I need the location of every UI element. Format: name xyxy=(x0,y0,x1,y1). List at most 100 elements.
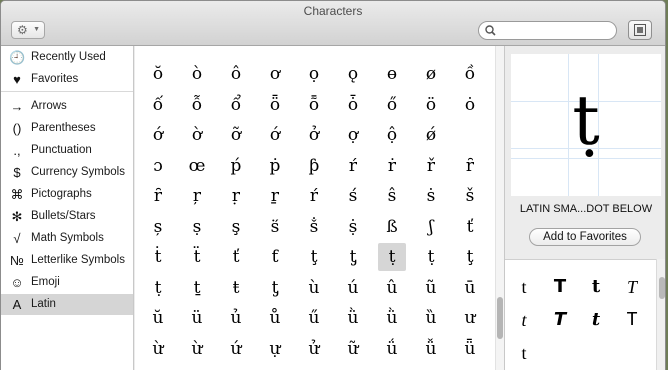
character-cell[interactable]: ǜ xyxy=(339,304,367,332)
character-cell[interactable]: ṭ xyxy=(144,274,172,302)
character-cell[interactable]: ŕ xyxy=(339,152,367,180)
character-cell[interactable]: ṕ xyxy=(222,152,250,180)
toggle-view-button[interactable] xyxy=(628,20,652,40)
character-cell[interactable]: ṣ xyxy=(183,213,211,241)
sidebar-item-punctuation[interactable]: ., Punctuation xyxy=(1,140,133,161)
character-cell[interactable]: ọ xyxy=(300,60,328,88)
character-cell[interactable]: ṙ xyxy=(378,152,406,180)
character-cell[interactable]: ṫ xyxy=(144,243,172,271)
character-cell[interactable]: ū xyxy=(456,274,484,302)
character-cell[interactable] xyxy=(456,121,484,149)
character-cell[interactable]: ǘ xyxy=(378,335,406,363)
character-cell[interactable]: ổ xyxy=(222,91,250,119)
character-cell[interactable]: ȓ xyxy=(456,152,484,180)
sidebar-item-emoji[interactable]: ☺ Emoji xyxy=(1,272,133,293)
sidebar-item-parentheses[interactable]: () Parentheses xyxy=(1,118,133,139)
character-cell[interactable]: ự xyxy=(261,335,289,363)
sidebar-item-arrows[interactable]: → Arrows xyxy=(1,96,133,117)
font-variant-cell[interactable]: T xyxy=(543,305,577,335)
character-cell[interactable]: ȱ xyxy=(339,91,367,119)
character-cell[interactable]: š xyxy=(456,182,484,210)
character-cell[interactable]: ȓ xyxy=(144,182,172,210)
character-cell[interactable]: ƫ xyxy=(339,243,367,271)
sidebar-item-favorites[interactable]: ♥ Favorites xyxy=(1,69,133,90)
sidebar-item-pictographs[interactable]: ⌘ Pictographs xyxy=(1,184,133,205)
sidebar-item-recently-used[interactable]: 🕘 Recently Used xyxy=(1,47,133,68)
font-variant-cell[interactable]: t xyxy=(579,272,613,302)
character-cell[interactable]: ẗ xyxy=(183,243,211,271)
grid-scrollbar[interactable] xyxy=(495,46,504,370)
character-cell[interactable]: ợ xyxy=(339,121,367,149)
character-cell[interactable]: ǚ xyxy=(417,335,445,363)
character-cell[interactable]: ṥ xyxy=(261,213,289,241)
sidebar-item-math-symbols[interactable]: √ Math Symbols xyxy=(1,228,133,249)
character-cell[interactable]: ữ xyxy=(339,335,367,363)
character-cell[interactable]: ṭ xyxy=(417,243,445,271)
character-cell[interactable]: ƥ xyxy=(300,152,328,180)
character-cell[interactable]: ứ xyxy=(222,335,250,363)
character-cell[interactable]: ş xyxy=(222,213,250,241)
character-cell[interactable]: ỡ xyxy=(222,121,250,149)
character-cell[interactable]: œ xyxy=(183,152,211,180)
character-cell[interactable]: ũ xyxy=(417,274,445,302)
search-input[interactable] xyxy=(499,23,613,40)
character-cell[interactable]: ừ xyxy=(183,335,211,363)
character-cell[interactable]: ƫ xyxy=(261,274,289,302)
font-variant-cell[interactable]: T xyxy=(615,272,649,302)
character-cell[interactable]: ǜ xyxy=(378,304,406,332)
character-cell[interactable]: ť xyxy=(222,243,250,271)
character-cell[interactable]: ŕ xyxy=(300,182,328,210)
sidebar-item-latin[interactable]: A Latin xyxy=(1,294,133,315)
character-cell[interactable]: ử xyxy=(300,335,328,363)
character-cell[interactable]: ŏ xyxy=(144,60,172,88)
character-cell[interactable]: ô xyxy=(222,60,250,88)
character-cell[interactable]: ʃ xyxy=(417,213,445,241)
variants-scroll-thumb[interactable] xyxy=(659,277,665,299)
character-cell[interactable]: ù xyxy=(300,274,328,302)
character-cell[interactable]: ớ xyxy=(261,121,289,149)
character-cell[interactable]: ơ xyxy=(261,60,289,88)
character-cell[interactable]: ů xyxy=(261,304,289,332)
grid-scroll-thumb[interactable] xyxy=(497,297,503,339)
character-cell[interactable]: ủ xyxy=(222,304,250,332)
character-cell[interactable]: ư xyxy=(456,304,484,332)
character-cell[interactable]: ǖ xyxy=(456,335,484,363)
sidebar-item-currency-symbols[interactable]: $ Currency Symbols xyxy=(1,162,133,183)
character-cell[interactable]: ř xyxy=(417,152,445,180)
character-cell[interactable]: ớ xyxy=(144,121,172,149)
character-cell[interactable]: ṛ xyxy=(222,182,250,210)
character-cell[interactable]: ü xyxy=(183,304,211,332)
character-cell[interactable]: ǿ xyxy=(417,121,445,149)
action-menu-button[interactable]: ⚙ ▼ xyxy=(11,21,45,39)
sidebar-item-bullets-stars[interactable]: ✻ Bullets/Stars xyxy=(1,206,133,227)
sidebar-item-letterlike-symbols[interactable]: № Letterlike Symbols xyxy=(1,250,133,271)
character-cell[interactable]: ű xyxy=(300,304,328,332)
character-cell[interactable]: ß xyxy=(378,213,406,241)
font-variant-cell[interactable]: t xyxy=(507,338,541,368)
character-cell[interactable]: ȫ xyxy=(261,91,289,119)
character-cell[interactable]: ţ xyxy=(456,243,484,271)
character-cell[interactable]: ṗ xyxy=(261,152,289,180)
character-cell[interactable]: ŗ xyxy=(183,182,211,210)
character-cell[interactable]: ƭ xyxy=(261,243,289,271)
character-cell[interactable]: ộ xyxy=(378,121,406,149)
character-cell[interactable]: ố xyxy=(144,91,172,119)
character-cell[interactable]: ṡ xyxy=(417,182,445,210)
character-cell[interactable]: ờ xyxy=(183,121,211,149)
variants-scrollbar[interactable] xyxy=(656,259,665,370)
character-cell[interactable]: ṟ xyxy=(261,182,289,210)
font-variant-cell[interactable]: t xyxy=(507,305,541,335)
character-cell[interactable]: ɵ xyxy=(378,60,406,88)
character-cell[interactable]: ṭ xyxy=(378,243,406,271)
character-cell[interactable]: ṩ xyxy=(339,213,367,241)
character-cell[interactable]: ừ xyxy=(144,335,172,363)
font-variant-cell[interactable]: T xyxy=(615,305,649,335)
font-variant-cell[interactable]: T xyxy=(543,272,577,302)
character-cell[interactable]: ö xyxy=(417,91,445,119)
character-cell[interactable]: ȭ xyxy=(300,91,328,119)
character-cell[interactable]: ȯ xyxy=(456,91,484,119)
font-variant-cell[interactable]: t xyxy=(507,272,541,302)
character-cell[interactable]: ỗ xyxy=(183,91,211,119)
character-cell[interactable]: ȕ xyxy=(417,304,445,332)
add-to-favorites-button[interactable]: Add to Favorites xyxy=(529,228,641,246)
